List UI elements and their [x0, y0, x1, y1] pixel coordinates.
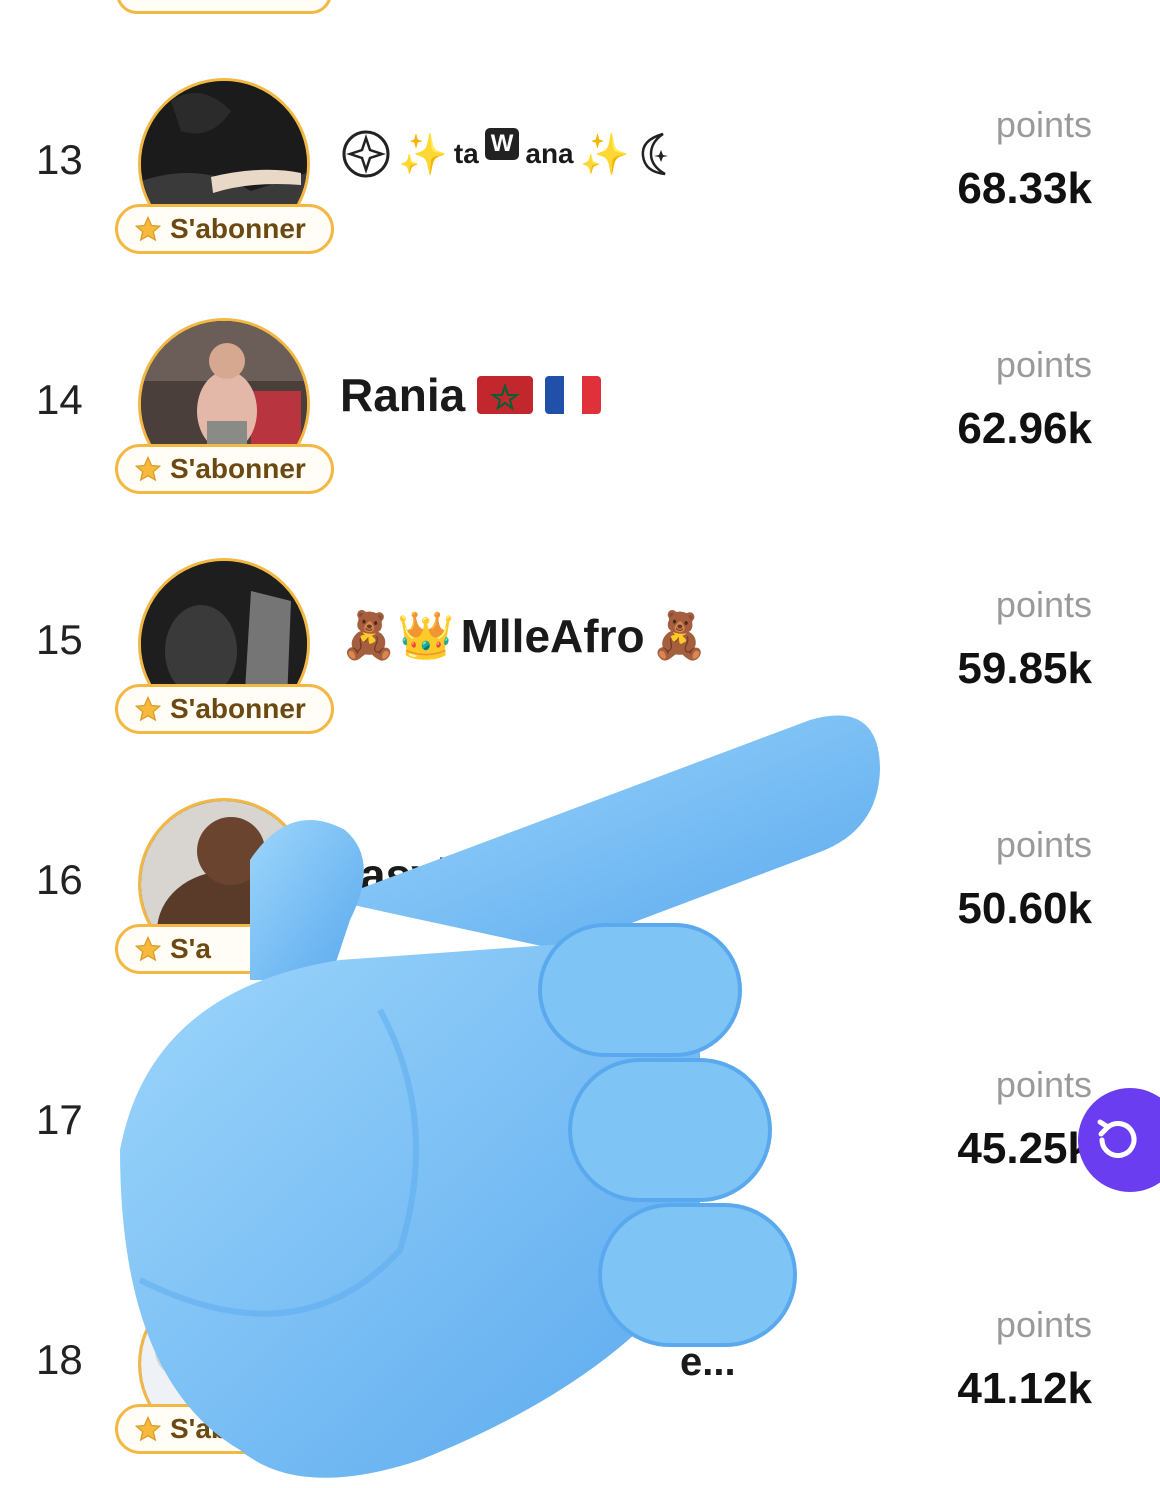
moon-star-icon: [642, 132, 669, 176]
points-label: points: [995, 824, 1092, 865]
emoji-suffix: 🧸: [650, 609, 708, 661]
leaderboard-row[interactable]: 14 S'abonner Rania points 62.96k: [0, 318, 1160, 558]
subscribe-button[interactable]: S'abonner: [115, 204, 334, 254]
sparkles-icon: ✨: [398, 132, 448, 177]
points-label: points: [995, 1064, 1092, 1105]
points-label: points: [995, 104, 1092, 145]
rank-number: 13: [36, 136, 83, 183]
subscribe-button[interactable]: S'ab: [115, 1404, 334, 1454]
leaderboard-row[interactable]: 18 S'ab e... points 41.12k: [0, 1278, 1160, 1488]
username: ✨ ta W ana ✨: [340, 128, 675, 180]
subscribe-label: S'abonner: [170, 213, 306, 244]
username-text: MlleAfro: [460, 609, 645, 662]
star-icon: [134, 1415, 162, 1442]
compass-star-icon: [342, 130, 390, 178]
star-icon: [134, 455, 162, 482]
points-label: points: [995, 344, 1092, 385]
subscribe-button[interactable]: S'abonner: [115, 684, 334, 734]
leaderboard-page: 13 S'abonner ✨ ta W ana ✨ points 68.33k …: [0, 0, 1160, 1488]
sparkles-icon: ✨: [579, 132, 630, 177]
points-value: 68.33k: [957, 164, 1092, 213]
rank-number: 15: [36, 616, 83, 663]
subscribe-button[interactable]: S'abonner: [115, 444, 334, 494]
rank-number: 17: [36, 1096, 83, 1143]
points-label: points: [995, 584, 1092, 625]
subscribe-label: S'abonner: [170, 693, 306, 724]
username-part: ta: [453, 138, 479, 169]
points-value: 59.85k: [957, 644, 1092, 693]
subscribe-button-previous[interactable]: [116, 0, 332, 14]
avatar[interactable]: [138, 1038, 310, 1210]
subscribe-button[interactable]: S'a: [115, 924, 334, 974]
star-icon: [134, 695, 162, 722]
emoji-prefix: 🧸👑: [340, 609, 455, 661]
username: e...: [680, 1340, 736, 1385]
points-value: 62.96k: [957, 404, 1092, 453]
leaderboard-row[interactable]: 15 S'abonner 🧸👑 MlleAfro 🧸 points 59.85k: [0, 558, 1160, 798]
subscribe-label: S'abonner: [170, 453, 306, 484]
username-text: asyk l': [360, 849, 499, 901]
points-value: 50.60k: [957, 884, 1092, 933]
username-part: ana: [525, 138, 574, 169]
leaderboard-row[interactable]: 16 S'a asyk l' points 50.60k: [0, 798, 1160, 1038]
username-part: W: [484, 128, 520, 160]
username-text: e...: [680, 1340, 736, 1384]
leaderboard-row[interactable]: 13 S'abonner ✨ ta W ana ✨ points 68.33k: [0, 78, 1160, 318]
morocco-flag-icon: [477, 376, 534, 414]
points-value: 41.12k: [957, 1364, 1092, 1413]
star-icon: [134, 215, 162, 242]
france-flag-icon: [545, 376, 602, 414]
rank-number: 18: [36, 1336, 83, 1383]
points-value: 45.25k: [957, 1124, 1092, 1173]
subscribe-label: S'a: [170, 933, 211, 964]
username: Rania: [340, 368, 602, 422]
username: asyk l': [360, 848, 499, 902]
username: 🧸👑 MlleAfro 🧸: [340, 608, 708, 663]
refresh-icon: [1097, 1119, 1137, 1158]
leaderboard-row[interactable]: 17 points 45.25k: [0, 1038, 1160, 1278]
rank-number: 14: [36, 376, 83, 423]
star-icon: [134, 935, 162, 962]
subscribe-label: S'ab: [170, 1413, 229, 1444]
username-text: Rania: [340, 369, 466, 421]
rank-number: 16: [36, 856, 83, 903]
points-label: points: [995, 1304, 1092, 1345]
